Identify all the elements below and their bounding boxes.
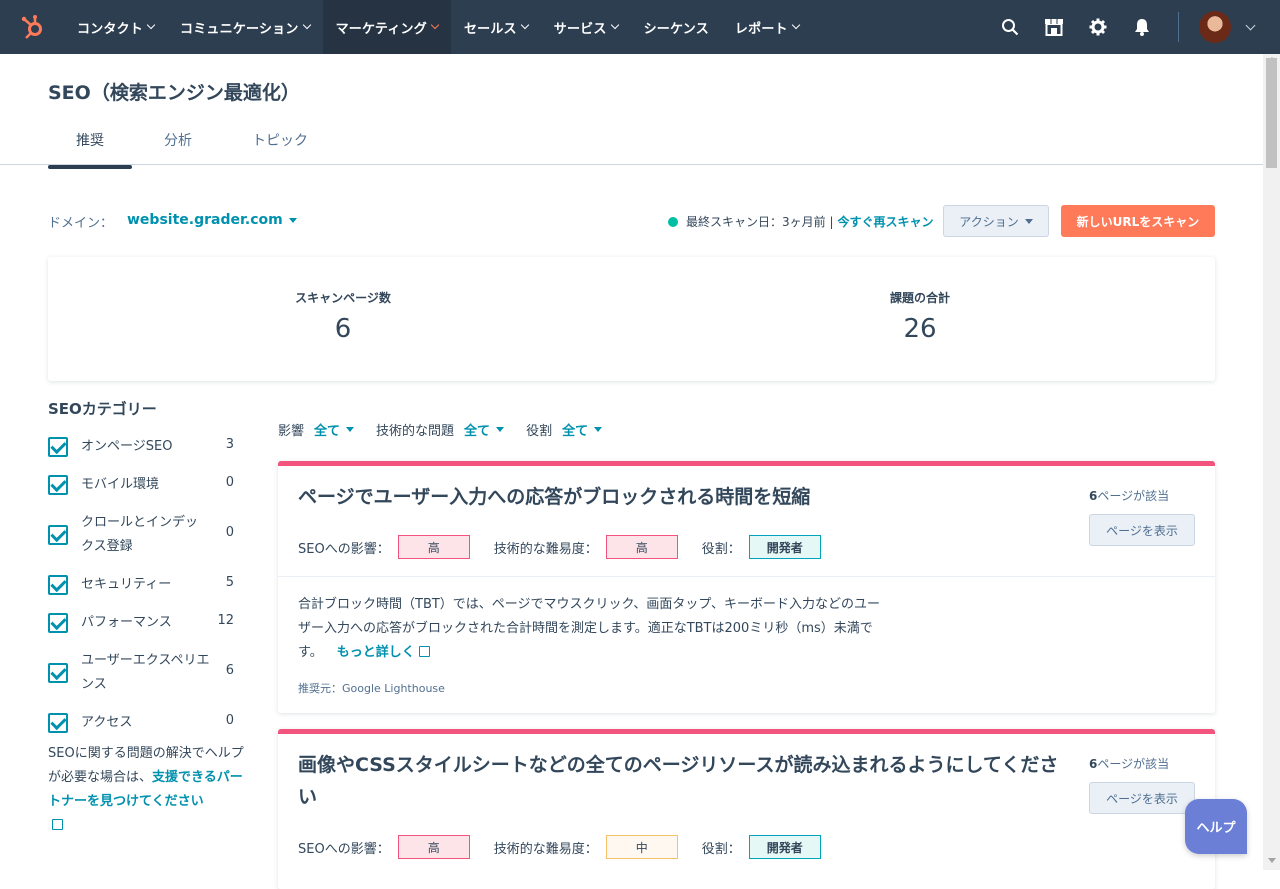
card-meta: SEOへの影響：高 技術的な難易度：中 役割： 開発者 — [298, 835, 845, 859]
view-pages-button[interactable]: ページを表示 — [1089, 514, 1195, 546]
scan-status: 最終スキャン日：3ヶ月前 | 今すぐ再スキャン — [668, 213, 934, 230]
external-link-icon — [418, 646, 430, 657]
card-title: ページでユーザー入力への応答がブロックされる時間を短縮 — [298, 486, 811, 508]
category-item[interactable]: オンページSEO 3 — [48, 437, 238, 459]
nav-icons — [988, 0, 1280, 54]
checkbox[interactable] — [48, 613, 68, 633]
chevron-down-icon — [146, 20, 156, 30]
stat-scanned-pages: スキャンページ数 6 — [243, 289, 443, 344]
learn-more-link[interactable]: もっと詳しく — [337, 645, 430, 660]
view-pages-button[interactable]: ページを表示 — [1089, 782, 1195, 814]
domain-label: ドメイン： — [48, 216, 114, 231]
category-item[interactable]: クロールとインデックス登録 0 — [48, 515, 238, 559]
card-title: 画像やCSSスタイルシートなどの全てのページリソースが読み込まれるようにしてくだ… — [298, 754, 1059, 808]
checkbox[interactable] — [48, 475, 68, 495]
caret-down-icon — [346, 427, 355, 432]
new-url-scan-button[interactable]: 新しいURLをスキャン — [1061, 205, 1215, 237]
action-button[interactable]: アクション — [943, 205, 1049, 237]
hubspot-logo-icon[interactable] — [20, 14, 46, 40]
caret-down-icon — [1024, 218, 1033, 224]
checkbox[interactable] — [48, 575, 68, 595]
filter-technical-issue[interactable]: 技術的な問題 全て — [376, 420, 505, 439]
checkbox[interactable] — [48, 525, 68, 545]
scroll-down-arrow-icon[interactable] — [1268, 858, 1276, 863]
page-scrollbar[interactable] — [1263, 54, 1280, 870]
caret-down-icon — [594, 427, 603, 432]
nav-item-sales[interactable]: セールス — [451, 0, 541, 54]
chevron-down-icon — [302, 20, 311, 30]
nav-item-contacts[interactable]: コンタクト — [64, 0, 167, 54]
card-severity-bar — [278, 729, 1215, 734]
category-item[interactable]: パフォーマンス 12 — [48, 613, 238, 635]
recommendation-card: 画像やCSSスタイルシートなどの全てのページリソースが読み込まれるようにしてくだ… — [278, 729, 1215, 889]
nav-menu: コンタクト コミュニケーション マーケティング セールス サービス シーケンス … — [64, 0, 812, 54]
caret-down-icon — [288, 217, 297, 223]
nav-item-reports[interactable]: レポート — [722, 0, 812, 54]
stats-card: スキャンページ数 6 課題の合計 26 — [48, 257, 1215, 381]
chevron-down-icon[interactable] — [1245, 20, 1256, 30]
avatar[interactable] — [1199, 11, 1231, 43]
tab-topics[interactable]: トピック — [224, 122, 336, 166]
category-item[interactable]: ユーザーエクスペリエンス 6 — [48, 653, 238, 697]
affected-pages: 6ページが該当 — [1089, 489, 1170, 503]
top-nav: コンタクト コミュニケーション マーケティング セールス サービス シーケンス … — [0, 0, 1280, 54]
recommendation-source: 推奨元：Google Lighthouse — [298, 682, 445, 695]
impact-badge: 高 — [397, 535, 470, 559]
checkbox[interactable] — [48, 713, 68, 733]
help-button[interactable]: ヘルプ — [1185, 799, 1247, 854]
caret-down-icon — [496, 427, 505, 432]
nav-divider — [1178, 12, 1179, 42]
nav-item-service[interactable]: サービス — [541, 0, 631, 54]
scrollbar-thumb[interactable] — [1266, 58, 1277, 168]
role-badge: 開発者 — [748, 535, 821, 559]
stat-label: スキャンページ数 — [295, 291, 391, 305]
filter-impact[interactable]: 影響 全て — [278, 420, 355, 439]
stat-total-issues: 課題の合計 26 — [820, 289, 1020, 344]
tab-divider — [0, 164, 1263, 165]
card-severity-bar — [278, 461, 1215, 466]
gear-icon[interactable] — [1076, 0, 1120, 54]
recommendation-card: ページでユーザー入力への応答がブロックされる時間を短縮 6ページが該当 ページを… — [278, 461, 1215, 713]
sidebar-title: SEOカテゴリー — [48, 400, 157, 418]
tab-analysis[interactable]: 分析 — [136, 122, 220, 166]
sidebar-help: SEOに関する問題の解決でヘルプが必要な場合は、支援できるパートナーを見つけてく… — [48, 742, 248, 838]
chevron-down-icon — [520, 20, 529, 30]
category-item[interactable]: モバイル環境 0 — [48, 475, 238, 497]
difficulty-badge: 高 — [605, 535, 678, 559]
nav-item-sequences[interactable]: シーケンス — [631, 0, 722, 54]
category-item[interactable]: アクセス 0 — [48, 713, 238, 735]
stat-label: 課題の合計 — [889, 291, 950, 305]
tab-bar: 推奨 分析 トピック — [48, 122, 340, 169]
stat-value: 26 — [903, 314, 937, 344]
affected-pages: 6ページが該当 — [1089, 757, 1170, 771]
seo-category-sidebar: SEOカテゴリー — [48, 398, 248, 419]
bell-icon[interactable] — [1120, 0, 1164, 54]
checkbox[interactable] — [48, 663, 68, 683]
marketplace-icon[interactable] — [1032, 0, 1076, 54]
card-description: 合計ブロック時間（TBT）では、ページでマウスクリック、画面タップ、キーボード入… — [298, 597, 880, 660]
filter-role[interactable]: 役割 全て — [526, 420, 603, 439]
filter-bar: 影響 全て 技術的な問題 全て 役割 全て — [278, 420, 624, 439]
nav-item-marketing[interactable]: マーケティング — [322, 0, 451, 54]
chevron-down-icon — [430, 20, 440, 30]
difficulty-badge: 中 — [605, 835, 678, 859]
checkbox[interactable] — [48, 437, 68, 457]
search-icon[interactable] — [988, 0, 1032, 54]
chevron-down-icon — [791, 20, 800, 30]
nav-item-communication[interactable]: コミュニケーション — [167, 0, 323, 54]
card-divider — [278, 576, 1215, 577]
chevron-down-icon — [610, 20, 619, 30]
tab-recommendations[interactable]: 推奨 — [48, 122, 132, 169]
last-scan-text: 最終スキャン日：3ヶ月前 | — [686, 215, 834, 229]
rescan-link[interactable]: 今すぐ再スキャン — [838, 213, 934, 230]
role-badge: 開発者 — [748, 835, 821, 859]
category-item[interactable]: セキュリティー 5 — [48, 575, 238, 597]
external-link-icon[interactable] — [52, 819, 63, 830]
stat-value: 6 — [334, 314, 352, 344]
domain-select[interactable]: website.grader.com — [127, 212, 297, 228]
page-title: SEO（検索エンジン最適化） — [48, 82, 300, 104]
impact-badge: 高 — [397, 835, 470, 859]
card-meta: SEOへの影響：高 技術的な難易度：高 役割： 開発者 — [298, 535, 845, 559]
status-dot-icon — [668, 216, 678, 227]
